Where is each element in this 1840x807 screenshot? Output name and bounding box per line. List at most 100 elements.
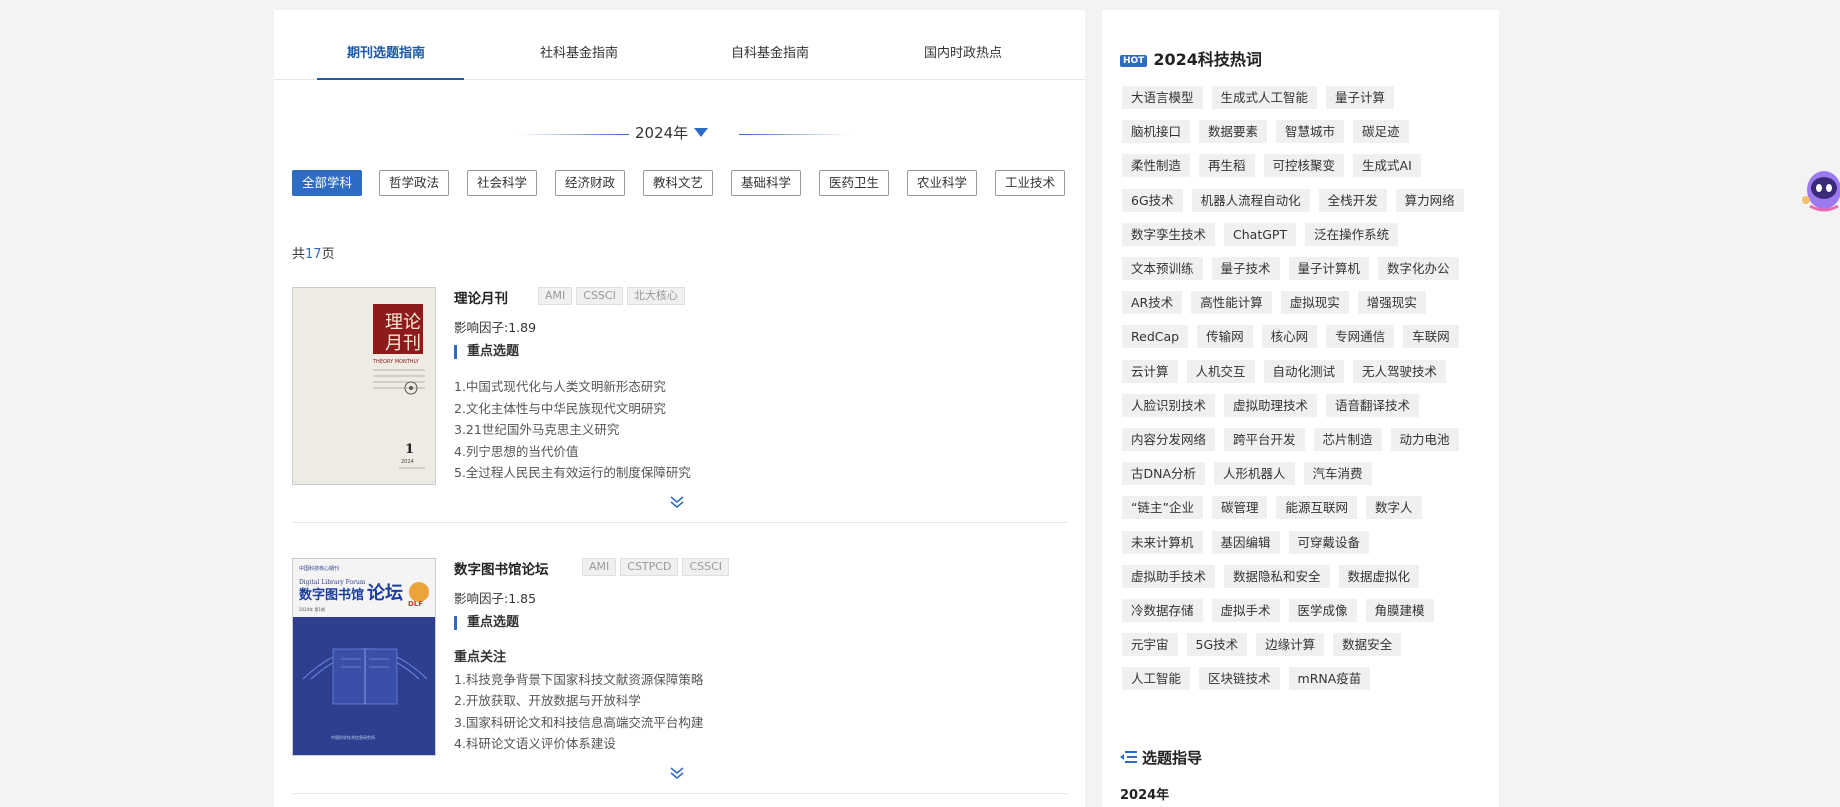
keyword-tag[interactable]: 增强现实 xyxy=(1357,291,1426,315)
keyword-tag[interactable]: 能源互联网 xyxy=(1276,496,1357,520)
keyword-tag[interactable]: 核心网 xyxy=(1261,325,1318,349)
keyword-tag[interactable]: 动力电池 xyxy=(1390,428,1459,451)
keyword-tag[interactable]: RedCap xyxy=(1122,325,1189,349)
keyword-tag[interactable]: ChatGPT xyxy=(1224,222,1297,246)
keyword-tag[interactable]: 生成式人工智能 xyxy=(1211,86,1318,109)
index-badge: CSSCI xyxy=(576,287,623,305)
keyword-tag[interactable]: 自动化测试 xyxy=(1263,359,1345,383)
keyword-tag[interactable]: 数字化办公 xyxy=(1378,257,1459,280)
keyword-tag[interactable]: 冷数据存储 xyxy=(1122,599,1203,622)
keyword-tag[interactable]: AR技术 xyxy=(1122,291,1183,315)
tab-natural-science-fund[interactable]: 自科基金指南 xyxy=(731,42,809,61)
keyword-tag[interactable]: 人机交互 xyxy=(1186,359,1255,383)
keyword-tag[interactable]: 文本预训练 xyxy=(1122,257,1203,280)
keyword-tag[interactable]: 数据隐私和安全 xyxy=(1224,564,1330,588)
keyword-tag[interactable]: 智慧城市 xyxy=(1276,120,1345,144)
keyword-tag[interactable]: 未来计算机 xyxy=(1122,530,1203,554)
guidance-year-link[interactable]: 2024年 xyxy=(1120,784,1169,803)
keyword-tag[interactable]: 5G技术 xyxy=(1186,633,1248,657)
keyword-tag[interactable]: 脑机接口 xyxy=(1122,120,1191,144)
keyword-tag[interactable]: 算力网络 xyxy=(1395,188,1464,212)
journal-title[interactable]: 理论月刊 xyxy=(454,287,508,307)
index-badge: AMI xyxy=(538,287,573,305)
keyword-tag[interactable]: 汽车消费 xyxy=(1303,462,1372,486)
keyword-tag[interactable]: 大语言模型 xyxy=(1122,86,1203,109)
keyword-tag[interactable]: 基因编辑 xyxy=(1211,530,1280,554)
subject-all[interactable]: 全部学科 xyxy=(292,170,362,196)
keyword-tag[interactable]: 传输网 xyxy=(1197,325,1253,349)
journal-title[interactable]: 数字图书馆论坛 xyxy=(454,558,549,578)
svg-text:DLF: DLF xyxy=(408,600,423,608)
keyword-tag[interactable]: 数字人 xyxy=(1365,496,1422,520)
subject-medicine[interactable]: 医药卫生 xyxy=(819,170,889,196)
page-count-prefix: 共 xyxy=(292,247,306,262)
subject-agriculture[interactable]: 农业科学 xyxy=(907,170,977,196)
keyword-tag[interactable]: 数据要素 xyxy=(1199,120,1268,144)
keyword-tag[interactable]: mRNA疫苗 xyxy=(1288,667,1371,691)
keyword-tag[interactable]: 虚拟现实 xyxy=(1280,291,1349,315)
keyword-row: 脑机接口 数据要素 智慧城市 碳足迹 xyxy=(1122,120,1409,144)
keyword-tag[interactable]: 量子计算机 xyxy=(1288,257,1370,280)
keyword-tag[interactable]: 6G技术 xyxy=(1122,188,1183,212)
svg-text:THEORY MONTHLY: THEORY MONTHLY xyxy=(372,359,420,365)
journal-cover[interactable]: 理 论 月 刊 THEORY MONTHLY 1 2024 xyxy=(292,287,436,485)
keyword-tag[interactable]: 元宇宙 xyxy=(1122,633,1178,657)
keyword-tag[interactable]: 量子技术 xyxy=(1211,257,1280,280)
subject-education-arts[interactable]: 教科文艺 xyxy=(643,170,713,196)
keyword-tag[interactable]: 医学成像 xyxy=(1288,599,1357,622)
keyword-tag[interactable]: 古DNA分析 xyxy=(1122,462,1206,486)
keyword-tag[interactable]: 人工智能 xyxy=(1122,667,1191,691)
keyword-tag[interactable]: 可穿戴设备 xyxy=(1288,530,1370,554)
keyword-tag[interactable]: 柔性制造 xyxy=(1122,154,1191,178)
keyword-tag[interactable]: 专网通信 xyxy=(1326,325,1395,349)
subject-philosophy-law[interactable]: 哲学政法 xyxy=(379,170,449,196)
subject-social-science[interactable]: 社会科学 xyxy=(467,170,537,196)
keyword-tag[interactable]: 跨平台开发 xyxy=(1224,428,1305,451)
tab-politics-hotspots[interactable]: 国内时政热点 xyxy=(924,42,1002,61)
subject-basic-science[interactable]: 基础科学 xyxy=(731,170,801,196)
keyword-tag[interactable]: 碳足迹 xyxy=(1353,120,1409,144)
keyword-tag[interactable]: 角膜建模 xyxy=(1365,599,1434,622)
journal-cover[interactable]: 中国科技核心期刊 Digital Library Forum 数字图书馆 论坛 … xyxy=(292,558,436,756)
expand-chevron-icon[interactable] xyxy=(670,493,684,512)
keyword-tag[interactable]: 人形机器人 xyxy=(1214,462,1295,486)
keyword-tag[interactable]: 泛在操作系统 xyxy=(1305,222,1399,246)
focus-heading: 重点选题 xyxy=(454,616,519,630)
keyword-tag[interactable]: 全栈开发 xyxy=(1318,188,1387,212)
keyword-tag[interactable]: 人脸识别技术 xyxy=(1122,393,1216,417)
keyword-tag[interactable]: 数据安全 xyxy=(1333,633,1402,657)
keyword-tag[interactable]: 生成式AI xyxy=(1353,154,1421,178)
tab-journal-guide[interactable]: 期刊选题指南 xyxy=(347,42,425,61)
keyword-tag[interactable]: “链主”企业 xyxy=(1122,496,1203,520)
year-dropdown[interactable]: 2024年 xyxy=(635,122,709,143)
expand-chevron-icon[interactable] xyxy=(670,764,684,783)
page-count-suffix: 页 xyxy=(321,247,335,262)
svg-text:论: 论 xyxy=(403,312,421,333)
keyword-tag[interactable]: 车联网 xyxy=(1403,325,1459,349)
keyword-tag[interactable]: 虚拟手术 xyxy=(1211,599,1280,622)
keyword-tag[interactable]: 边缘计算 xyxy=(1256,633,1325,657)
subject-industry[interactable]: 工业技术 xyxy=(995,170,1065,196)
keyword-tag[interactable]: 再生稻 xyxy=(1199,154,1255,178)
keyword-tag[interactable]: 无人驾驶技术 xyxy=(1353,359,1447,383)
keyword-tag[interactable]: 语音翻译技术 xyxy=(1326,393,1420,417)
keyword-tag[interactable]: 云计算 xyxy=(1122,359,1178,383)
keyword-tag[interactable]: 数据虚拟化 xyxy=(1338,564,1420,588)
keyword-tag[interactable]: 量子计算 xyxy=(1326,86,1395,109)
keyword-tag[interactable]: 高性能计算 xyxy=(1191,291,1272,315)
keyword-tag[interactable]: 虚拟助理技术 xyxy=(1224,393,1318,417)
keyword-row: 未来计算机 基因编辑 可穿戴设备 xyxy=(1122,530,1370,554)
focus-heading: 重点选题 xyxy=(454,345,519,359)
keyword-tag[interactable]: 虚拟助手技术 xyxy=(1122,564,1216,588)
keyword-tag[interactable]: 可控核聚变 xyxy=(1263,154,1345,178)
svg-text:中国科技核心期刊: 中国科技核心期刊 xyxy=(299,565,339,572)
ai-assistant-robot-icon[interactable] xyxy=(1800,166,1840,212)
keyword-tag[interactable]: 内容分发网络 xyxy=(1122,428,1216,451)
keyword-tag[interactable]: 区块链技术 xyxy=(1199,667,1280,691)
subject-economics[interactable]: 经济财政 xyxy=(555,170,625,196)
keyword-tag[interactable]: 碳管理 xyxy=(1211,496,1268,520)
tab-social-science-fund[interactable]: 社科基金指南 xyxy=(540,42,618,61)
keyword-tag[interactable]: 芯片制造 xyxy=(1313,428,1382,451)
keyword-tag[interactable]: 数字孪生技术 xyxy=(1122,222,1216,246)
keyword-tag[interactable]: 机器人流程自动化 xyxy=(1191,188,1310,212)
